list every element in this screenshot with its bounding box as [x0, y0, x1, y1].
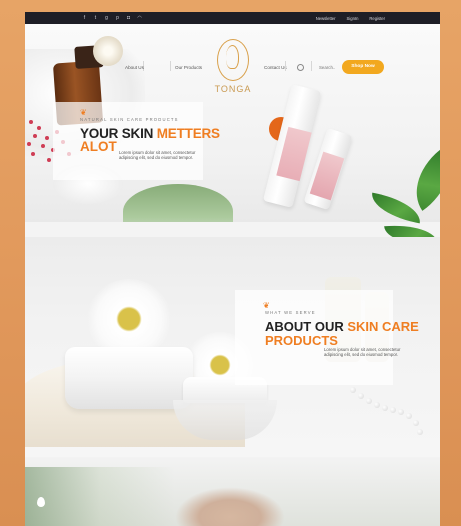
- hero-eyebrow: NATURAL SKIN CARE PRODUCTS: [80, 117, 179, 122]
- hero-title-accent: METTERS: [156, 126, 220, 141]
- bottom-section: [25, 457, 440, 526]
- nav-our-products[interactable]: Our Products: [175, 65, 202, 70]
- drop-icon: [37, 497, 45, 507]
- top-bar: f t g p ◘ ◠ Newsletter SignIn Register: [25, 12, 440, 24]
- hero-section: About Us Our Products TONGA Contact Us S…: [25, 24, 440, 222]
- rss-icon[interactable]: ◠: [137, 15, 142, 21]
- nav-contact-us[interactable]: Contact Us: [264, 65, 287, 70]
- ornament-icon: ❦: [263, 301, 270, 310]
- google-plus-icon[interactable]: g: [104, 15, 109, 21]
- hero-description: Lorem ipsum dolor sit amet, consectetur …: [119, 150, 196, 161]
- brand-name: TONGA: [214, 84, 252, 94]
- foliage-image: [25, 467, 175, 526]
- search-input[interactable]: Search..: [319, 65, 335, 70]
- search-icon[interactable]: [297, 64, 304, 71]
- pinterest-icon[interactable]: p: [115, 15, 120, 21]
- about-title: ABOUT OUR SKIN CARE: [265, 319, 419, 334]
- register-link[interactable]: Register: [369, 16, 385, 21]
- shop-now-button[interactable]: Shop Now: [342, 60, 384, 74]
- landing-page: f t g p ◘ ◠ Newsletter SignIn Register A…: [25, 12, 440, 526]
- model-face-image: [175, 487, 285, 526]
- about-title-accent: SKIN CARE: [347, 319, 419, 334]
- social-links: f t g p ◘ ◠: [25, 15, 142, 21]
- main-nav: About Us Our Products TONGA Contact Us S…: [25, 24, 440, 94]
- account-links: Newsletter SignIn Register: [316, 16, 440, 21]
- newsletter-link[interactable]: Newsletter: [316, 16, 336, 21]
- about-title-line2: PRODUCTS: [265, 333, 338, 348]
- face-logo-icon: [226, 45, 239, 69]
- instagram-icon[interactable]: ◘: [126, 15, 131, 21]
- about-eyebrow: WHAT WE SERVE: [265, 310, 316, 315]
- about-title-dark: ABOUT OUR: [265, 319, 348, 334]
- about-section: ❦ WHAT WE SERVE ABOUT OUR SKIN CARE PROD…: [25, 237, 440, 457]
- facebook-icon[interactable]: f: [82, 15, 87, 21]
- twitter-icon[interactable]: t: [93, 15, 98, 21]
- about-description: Lorem ipsum dolor sit amet, consectetur …: [324, 347, 401, 358]
- signin-link[interactable]: SignIn: [347, 16, 359, 21]
- ornament-icon: ❦: [80, 108, 87, 117]
- leaf-image: [123, 184, 233, 222]
- hero-title-line2: ALOT: [80, 139, 117, 154]
- nav-about-us[interactable]: About Us: [125, 65, 144, 70]
- hero-text-card: [53, 102, 203, 180]
